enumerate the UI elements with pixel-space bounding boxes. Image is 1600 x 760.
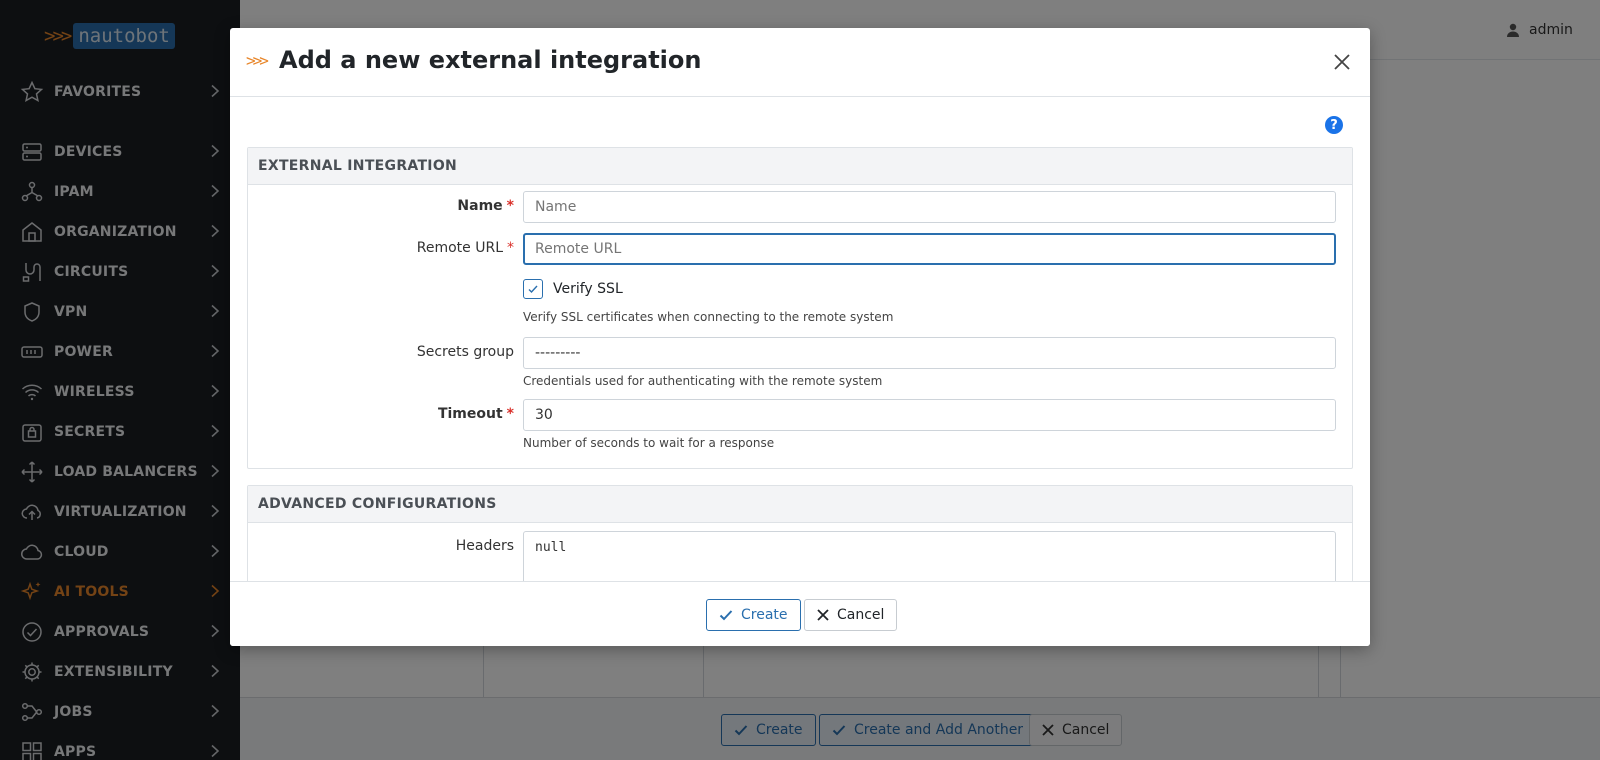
secrets-group-help: Credentials used for authenticating with… [523, 374, 883, 388]
required-marker: * [507, 240, 514, 256]
secrets-group-label: Secrets group [416, 344, 514, 360]
modal-cancel-button[interactable]: Cancel [804, 599, 898, 631]
modal-create-label: Create [741, 607, 788, 623]
timeout-label-text: Timeout [437, 406, 503, 422]
modal-footer: Create Cancel [230, 581, 1370, 646]
check-icon [719, 610, 733, 621]
modal-title: Add a new external integration [279, 46, 702, 74]
title-chevrons: >>> [246, 51, 269, 70]
verify-ssl-label[interactable]: Verify SSL [553, 281, 623, 297]
timeout-label: Timeout * [248, 406, 514, 422]
modal-body: ? EXTERNAL INTEGRATION Name* Remote URL*… [230, 98, 1370, 581]
remote-url-label: Remote URL * [248, 240, 514, 256]
external-integration-panel: EXTERNAL INTEGRATION Name* Remote URL* V… [247, 147, 1353, 469]
help-icon[interactable]: ? [1325, 116, 1343, 134]
close-icon [1334, 54, 1350, 70]
modal-cancel-label: Cancel [837, 607, 885, 623]
modal-create-button[interactable]: Create [706, 599, 801, 631]
advanced-configurations-panel: ADVANCED CONFIGURATIONS Headers null [247, 485, 1353, 581]
panel-heading: ADVANCED CONFIGURATIONS [248, 486, 1352, 523]
modal-header: >>> Add a new external integration [230, 28, 1370, 97]
panel-heading: EXTERNAL INTEGRATION [248, 148, 1352, 185]
name-label-text: Name [457, 198, 503, 214]
remote-url-label-text: Remote URL [416, 240, 503, 256]
name-input[interactable] [523, 191, 1336, 223]
timeout-help: Number of seconds to wait for a response [523, 436, 775, 450]
checkmark-icon [528, 285, 538, 294]
modal-dialog: >>> Add a new external integration ? EXT… [230, 28, 1370, 646]
headers-textarea[interactable]: null [523, 531, 1336, 581]
verify-ssl-help: Verify SSL certificates when connecting … [523, 310, 894, 324]
close-icon [817, 609, 829, 621]
headers-label: Headers [455, 538, 514, 554]
secrets-group-select[interactable]: --------- [523, 337, 1336, 369]
verify-ssl-checkbox[interactable] [523, 279, 543, 299]
name-label: Name * [248, 198, 514, 214]
required-marker: * [506, 198, 514, 214]
remote-url-input[interactable] [523, 233, 1336, 265]
timeout-input[interactable]: 30 [523, 399, 1336, 431]
close-button[interactable] [1330, 50, 1354, 74]
required-marker: * [506, 406, 514, 422]
